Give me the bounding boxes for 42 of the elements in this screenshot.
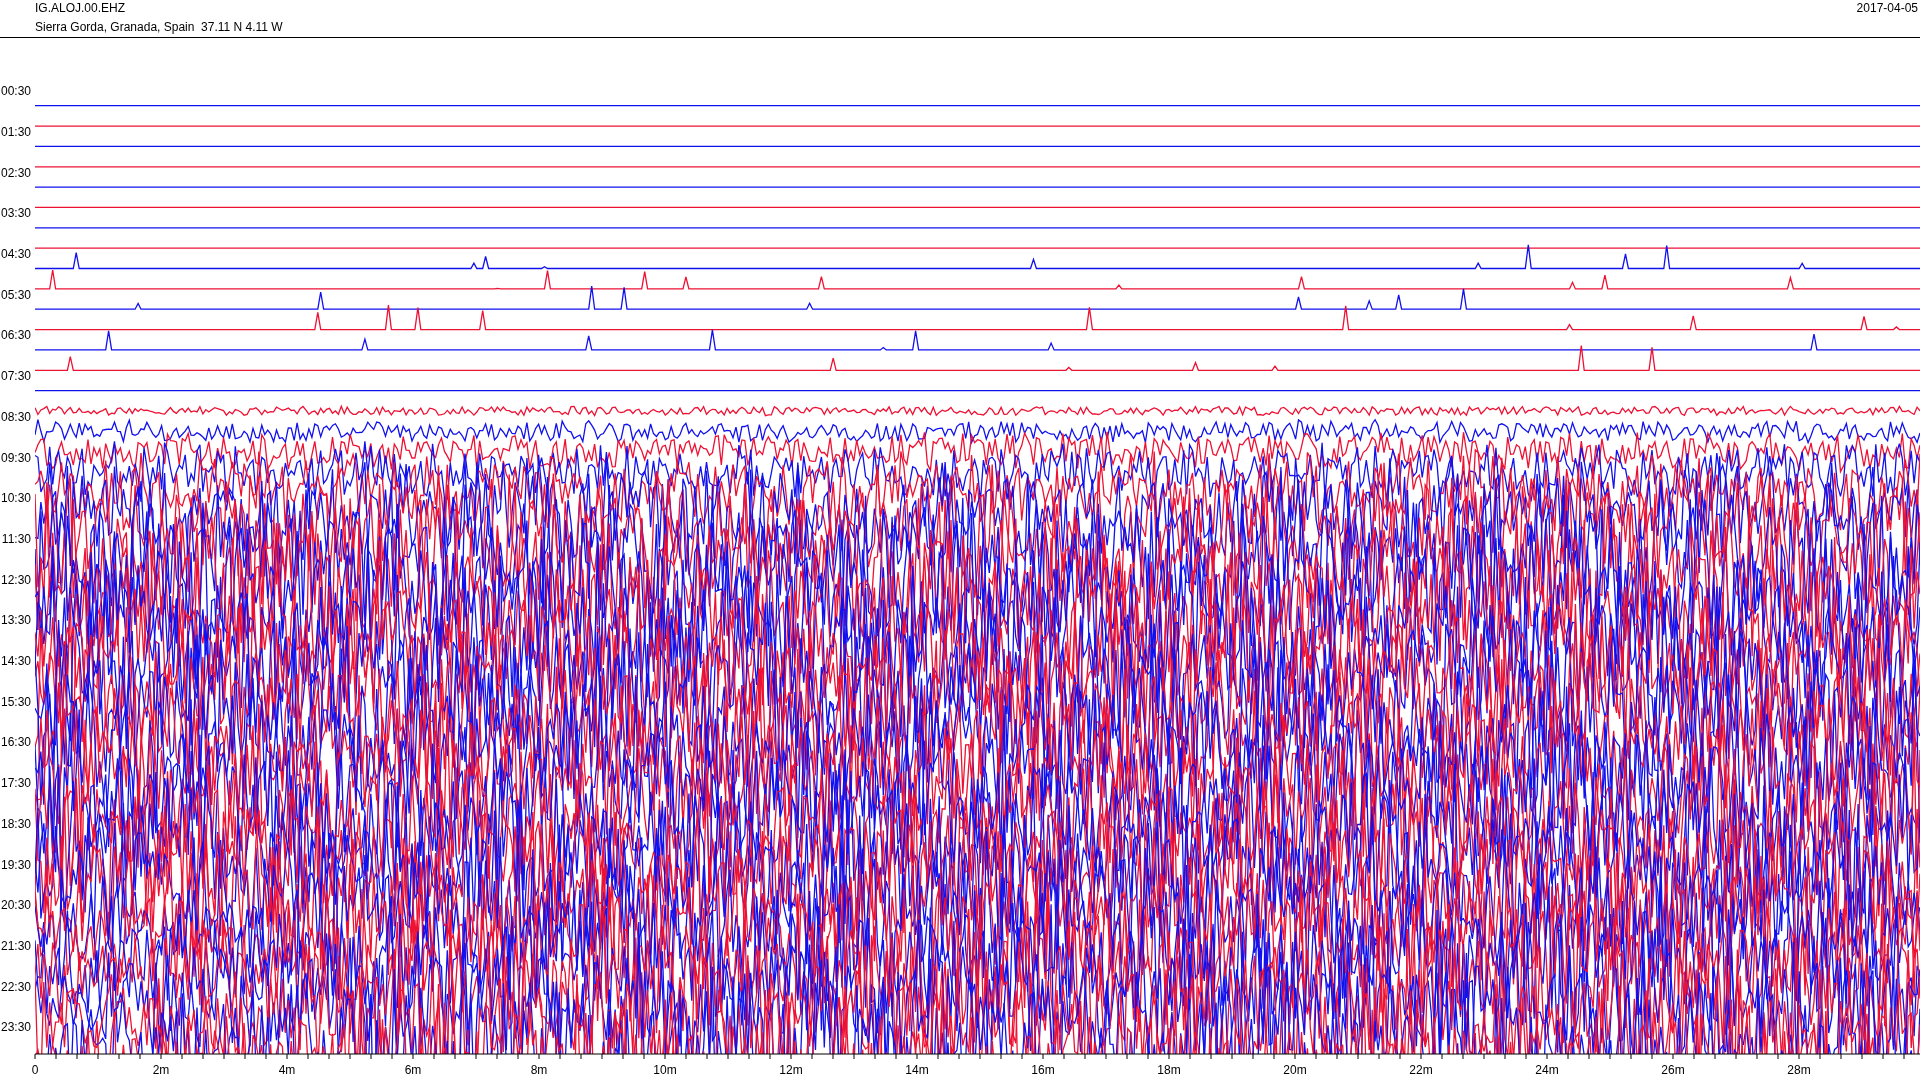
minute-label: 0: [31, 1063, 39, 1077]
time-label: 04:30: [0, 247, 31, 261]
time-label: 05:30: [0, 287, 31, 302]
time-label: 11:30: [1, 531, 31, 546]
minute-label: 10m: [653, 1063, 677, 1077]
time-label: 18:30: [0, 816, 31, 831]
time-label: 16:30: [0, 735, 31, 750]
time-label: 00:30: [0, 84, 31, 99]
minute-label: 8m: [530, 1063, 548, 1077]
minute-label: 18m: [1157, 1063, 1181, 1077]
minute-label: 28m: [1787, 1063, 1811, 1077]
time-label: 23:30: [0, 1020, 31, 1035]
minute-label: 26m: [1661, 1063, 1685, 1077]
minute-label: 4m: [278, 1063, 296, 1077]
station-location: Sierra Gorda, Granada, Spain 37.11 N 4.11 W: [35, 20, 283, 34]
time-label: 09:30: [0, 450, 31, 465]
minute-label: 22m: [1409, 1063, 1433, 1077]
time-label: 20:30: [0, 898, 31, 913]
time-label: 21:30: [0, 938, 31, 953]
time-label: 13:30: [0, 613, 31, 628]
time-label: 19:30: [0, 857, 31, 872]
minute-label: 2m: [152, 1063, 170, 1077]
time-label: 12:30: [0, 572, 31, 587]
time-label: 14:30: [0, 654, 31, 668]
date-label: 2017-04-05: [1856, 1, 1918, 17]
time-label: 07:30: [0, 369, 31, 384]
time-label: 02:30: [0, 165, 31, 180]
channel-name: IG.ALOJ.00.EHZ: [35, 1, 127, 15]
time-label: 22:30: [0, 979, 31, 994]
time-label: 10:30: [0, 491, 31, 506]
minute-label: 16m: [1031, 1063, 1055, 1077]
time-label: 15:30: [0, 694, 31, 709]
minute-label: 24m: [1535, 1063, 1559, 1077]
time-label: 03:30: [0, 206, 31, 221]
minute-label: 14m: [905, 1063, 929, 1077]
time-label: 08:30: [0, 409, 31, 424]
minute-label: 12m: [779, 1063, 803, 1077]
minute-label: 6m: [404, 1063, 422, 1077]
minute-label: 20m: [1283, 1063, 1307, 1077]
time-label: 06:30: [0, 328, 31, 343]
time-label: 17:30: [0, 776, 31, 791]
time-label: 01:30: [0, 124, 31, 139]
